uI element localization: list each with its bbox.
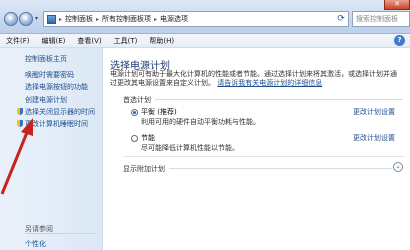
chevron-right-icon: ▸ bbox=[154, 15, 158, 23]
plan-balanced-description: 利用可用的硬件自动平衡功耗与性能。 bbox=[141, 118, 260, 126]
menu-help[interactable]: 帮助(H) bbox=[143, 36, 180, 46]
sidebar-item-personalize[interactable]: 个性化 bbox=[25, 239, 46, 249]
shield-icon bbox=[17, 108, 23, 115]
sidebar-item-create-plan[interactable]: 创建电源计划 bbox=[25, 95, 67, 105]
plan-power-saver-change-settings-link[interactable]: 更改计划设置 bbox=[353, 133, 395, 143]
back-button[interactable]: ‹ bbox=[4, 12, 18, 26]
page-description: 电源计划可有助于最大化计算机的性能或者节能。通过选择计划来将其激活，或选择计划并… bbox=[110, 70, 400, 88]
recent-pages-button[interactable]: ▾ bbox=[35, 15, 41, 23]
title-bar: ‹ › ▾ ▸ 控制面板 ▸ 所有控制面板项 ▸ 电源选项 ⟳ 搜索控制面板 ✕ bbox=[0, 0, 410, 34]
control-panel-window: ‹ › ▾ ▸ 控制面板 ▸ 所有控制面板项 ▸ 电源选项 ⟳ 搜索控制面板 ✕… bbox=[0, 0, 410, 250]
plan-power-saver-name[interactable]: 节能 bbox=[141, 133, 155, 143]
plan-power-saver-description: 尽可能降低计算机性能以节能。 bbox=[141, 144, 239, 152]
plan-power-saver-radio[interactable] bbox=[131, 135, 138, 142]
red-arrow-annotation bbox=[0, 118, 33, 195]
divider bbox=[123, 156, 405, 157]
preferred-plans-heading: 首选计划 bbox=[123, 96, 151, 104]
breadcrumb-control-panel[interactable]: 控制面板 bbox=[65, 14, 93, 24]
menu-view[interactable]: 查看(V) bbox=[71, 36, 107, 46]
breadcrumb-power-options[interactable]: 电源选项 bbox=[160, 14, 188, 24]
control-panel-icon bbox=[47, 14, 56, 24]
power-plan-info-link[interactable]: 请告诉我有关电源计划的详细信息 bbox=[217, 79, 322, 87]
refresh-icon: ⟳ bbox=[337, 14, 345, 24]
sidebar-item-power-buttons[interactable]: 选择电源按钮的功能 bbox=[25, 82, 88, 92]
menu-file[interactable]: 文件(F) bbox=[0, 36, 36, 46]
plan-balanced-name[interactable]: 平衡 (推荐) bbox=[141, 107, 177, 117]
main-content: ? 选择电源计划 电源计划可有助于最大化计算机的性能或者节能。通过选择计划来将其… bbox=[103, 35, 410, 250]
chevron-right-icon: ▸ bbox=[96, 15, 100, 23]
plan-balanced-change-settings-link[interactable]: 更改计划设置 bbox=[353, 107, 395, 117]
show-additional-plans-label[interactable]: 显示附加计划 bbox=[123, 164, 165, 174]
menu-edit[interactable]: 编辑(E) bbox=[36, 36, 72, 46]
chevron-right-icon: ▸ bbox=[59, 15, 63, 23]
forward-arrow-icon: › bbox=[24, 13, 28, 24]
close-button[interactable]: ✕ bbox=[384, 0, 410, 10]
divider bbox=[169, 168, 392, 169]
refresh-button[interactable]: ⟳ bbox=[335, 13, 347, 25]
back-arrow-icon: ‹ bbox=[9, 13, 13, 24]
sidebar-item-home[interactable]: 控制面板主页 bbox=[25, 54, 67, 64]
plan-balanced-radio[interactable] bbox=[131, 109, 138, 116]
divider bbox=[25, 233, 95, 234]
close-icon: ✕ bbox=[394, 0, 400, 8]
sidebar-item-wake-password[interactable]: 唤醒时需要密码 bbox=[25, 70, 74, 80]
divider bbox=[155, 99, 403, 100]
search-input[interactable]: 搜索控制面板 bbox=[352, 11, 410, 27]
forward-button[interactable]: › bbox=[19, 12, 33, 26]
chevron-down-icon: ⌄ bbox=[395, 163, 401, 170]
breadcrumb-all-items[interactable]: 所有控制面板项 bbox=[102, 14, 151, 24]
address-bar[interactable]: ▸ 控制面板 ▸ 所有控制面板项 ▸ 电源选项 bbox=[43, 11, 349, 27]
expand-additional-plans-button[interactable]: ⌄ bbox=[393, 162, 403, 172]
menu-bar: 文件(F) 编辑(E) 查看(V) 工具(T) 帮助(H) bbox=[0, 34, 410, 48]
help-icon[interactable]: ? bbox=[394, 35, 405, 46]
menu-tools[interactable]: 工具(T) bbox=[108, 36, 144, 46]
